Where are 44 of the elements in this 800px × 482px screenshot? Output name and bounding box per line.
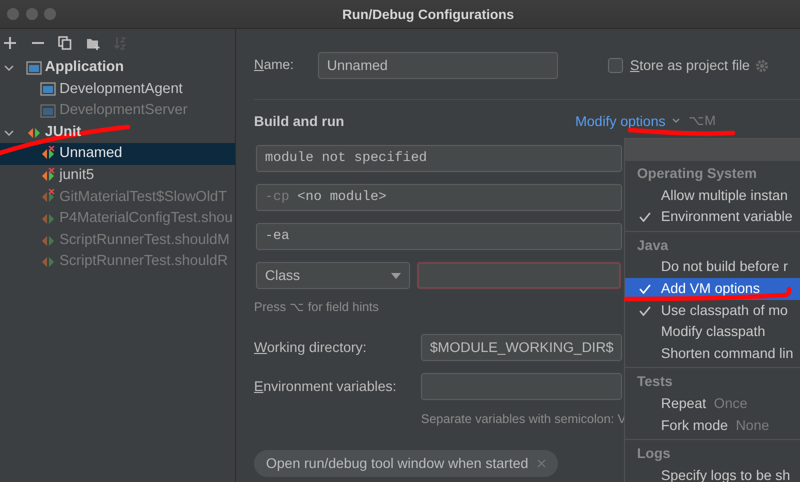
checkbox-label: Store as project file [630,56,750,75]
menu-item[interactable]: Shorten command lin [625,342,800,364]
settings-icon[interactable] [754,58,769,72]
menu-item[interactable]: Modify classpath [625,321,800,343]
field-label: Environment variables: [254,377,398,396]
name-field[interactable]: Unnamed [318,52,558,79]
input-field[interactable]: -cp <no module> [256,184,622,211]
modify-options-link[interactable]: Modify options [575,110,666,132]
tree-item[interactable]: junit5 [59,164,94,187]
checkbox[interactable] [608,58,623,73]
hint-text: Press ⌥ for field hints [254,300,379,314]
add-icon[interactable] [3,36,18,50]
menu-item[interactable]: Fork mode None [625,414,800,436]
input-field[interactable] [421,373,622,400]
option-chip[interactable]: Open run/debug tool window when started [254,450,558,476]
dropdown[interactable]: Class [256,262,410,289]
menu-group-heading: Tests [636,372,674,392]
caret-down-icon [391,272,401,278]
menu-item[interactable]: Repeat Once [625,392,800,415]
close-icon[interactable] [537,459,546,468]
menu-group-heading: Java [636,236,670,255]
section-heading: Build and run [254,112,344,130]
field-label: Name: [254,56,295,74]
input-field[interactable] [416,262,621,289]
copy-icon[interactable] [58,36,72,50]
input-field[interactable]: -ea [256,223,622,250]
input-field[interactable]: module not specified [256,145,622,172]
menu-item[interactable]: Do not build before r [625,256,800,278]
menu-group-heading: Operating System [636,164,758,183]
window-control-button[interactable] [44,8,56,20]
input-field[interactable]: $MODULE_WORKING_DIR$ [421,334,622,362]
menu-item[interactable]: Environment variable [625,206,800,228]
window-control-button[interactable] [26,8,38,20]
shortcut-text: ⌥M [688,112,716,130]
menu-item[interactable]: Use classpath of mo [625,300,800,322]
window-control-button[interactable] [6,8,19,20]
app-window-icon [26,60,42,76]
window-title: Run/Debug Configurations [342,6,514,22]
field-label: Working directory: [254,338,368,358]
menu-item[interactable]: Allow multiple instan [625,184,800,206]
tree-item[interactable]: Application [44,57,124,79]
tree-item[interactable]: DevelopmentAgent [59,78,183,100]
menu-group-heading: Logs [636,444,672,464]
folder-plus-icon[interactable] [86,36,100,50]
